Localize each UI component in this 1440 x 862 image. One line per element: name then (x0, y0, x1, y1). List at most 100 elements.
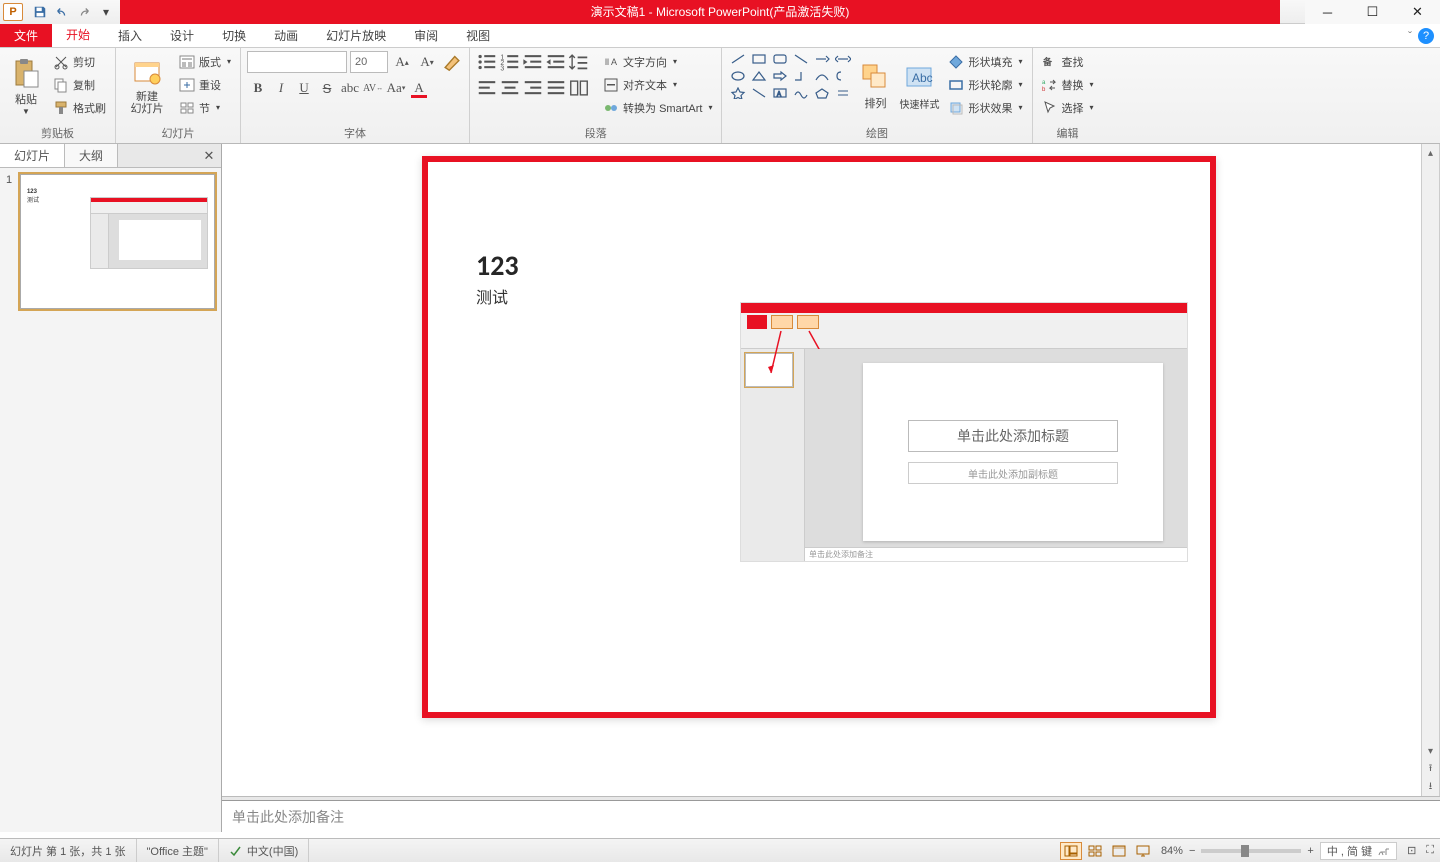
panel-tab-slides[interactable]: 幻灯片 (0, 144, 65, 167)
zoom-level[interactable]: 84% (1155, 845, 1189, 857)
tab-animations[interactable]: 动画 (260, 24, 312, 47)
replace-button[interactable]: ab替换▾ (1039, 74, 1097, 95)
minimize-button[interactable]: ─ (1305, 0, 1350, 24)
redo-icon[interactable] (74, 3, 94, 21)
bullets-icon[interactable] (476, 51, 498, 73)
shape-more[interactable] (833, 85, 853, 101)
status-theme[interactable]: "Office 主题" (137, 839, 219, 862)
tab-slideshow[interactable]: 幻灯片放映 (312, 24, 400, 47)
italic-button[interactable]: I (270, 77, 292, 99)
normal-view-icon[interactable] (1060, 842, 1082, 860)
clear-format-icon[interactable] (441, 51, 463, 73)
char-spacing-button[interactable]: AV↔ (362, 77, 384, 99)
shape-pentagon[interactable] (812, 85, 832, 101)
shape-rect[interactable] (749, 51, 769, 67)
notes-pane[interactable]: 单击此处添加备注 (222, 800, 1440, 832)
tab-view[interactable]: 视图 (452, 24, 504, 47)
scroll-down-icon[interactable]: ▾ (1422, 742, 1439, 760)
shape-textbox[interactable]: A (770, 85, 790, 101)
help-icon[interactable]: ? (1418, 28, 1434, 44)
shape-connector[interactable] (749, 85, 769, 101)
shape-arrow[interactable] (812, 51, 832, 67)
justify-icon[interactable] (545, 77, 567, 99)
ime-indicator[interactable]: 中 , 简 键 (1320, 842, 1397, 860)
align-text-button[interactable]: 对齐文本▾ (600, 74, 715, 95)
slideshow-view-icon[interactable] (1132, 842, 1154, 860)
scroll-up-icon[interactable]: ▴ (1422, 144, 1439, 162)
strike-button[interactable]: S (316, 77, 338, 99)
panel-tab-outline[interactable]: 大纲 (65, 144, 118, 167)
shape-freeform[interactable] (791, 85, 811, 101)
tab-insert[interactable]: 插入 (104, 24, 156, 47)
shape-elbow[interactable] (791, 68, 811, 84)
section-button[interactable]: 节▾ (176, 97, 234, 118)
shape-rightarrow[interactable] (770, 68, 790, 84)
shape-star[interactable] (728, 85, 748, 101)
font-color-button[interactable]: A (408, 77, 430, 99)
align-right-icon[interactable] (522, 77, 544, 99)
maximize-button[interactable]: ☐ (1350, 0, 1395, 24)
shrink-font-icon[interactable]: A▾ (416, 51, 438, 73)
paste-button[interactable]: 粘贴 ▼ (6, 51, 46, 121)
arrange-button[interactable]: 排列 (857, 51, 893, 121)
layout-button[interactable]: 版式▾ (176, 51, 234, 72)
line-spacing-icon[interactable] (568, 51, 590, 73)
shape-curve[interactable] (812, 68, 832, 84)
quick-styles-button[interactable]: Abc 快速样式 (897, 51, 941, 121)
increase-indent-icon[interactable] (545, 51, 567, 73)
tab-review[interactable]: 审阅 (400, 24, 452, 47)
copy-button[interactable]: 复制 (50, 74, 109, 95)
tab-design[interactable]: 设计 (156, 24, 208, 47)
reset-button[interactable]: 重设 (176, 74, 234, 95)
fullscreen-icon[interactable]: ⛶ (1420, 844, 1440, 857)
slide-canvas[interactable]: 123 测试 (222, 144, 1440, 796)
underline-button[interactable]: U (293, 77, 315, 99)
slide-text-line2[interactable]: 测试 (476, 284, 508, 308)
find-button[interactable]: 备查找 (1039, 51, 1097, 72)
shape-line[interactable] (728, 51, 748, 67)
bold-button[interactable]: B (247, 77, 269, 99)
align-left-icon[interactable] (476, 77, 498, 99)
shape-effects-button[interactable]: 形状效果▾ (945, 97, 1025, 118)
qat-dropdown-icon[interactable]: ▾ (96, 3, 116, 21)
slide-text-line1[interactable]: 123 (476, 248, 519, 283)
save-icon[interactable] (30, 3, 50, 21)
tab-transitions[interactable]: 切换 (208, 24, 260, 47)
new-slide-button[interactable]: 新建 幻灯片 (122, 51, 172, 121)
zoom-slider[interactable] (1201, 849, 1301, 853)
undo-icon[interactable] (52, 3, 72, 21)
vertical-scrollbar[interactable]: ▴ ▾ ⭱ ⭳ (1421, 144, 1439, 796)
file-tab[interactable]: 文件 (0, 24, 52, 47)
align-center-icon[interactable] (499, 77, 521, 99)
shape-oval[interactable] (728, 68, 748, 84)
shape-fill-button[interactable]: 形状填充▾ (945, 51, 1025, 72)
zoom-in-icon[interactable]: + (1307, 845, 1313, 857)
fit-window-icon[interactable]: ⊡ (1403, 844, 1420, 857)
next-slide-icon[interactable]: ⭳ (1422, 778, 1439, 796)
shape-brace[interactable] (833, 68, 853, 84)
font-size-combo[interactable]: 20 (350, 51, 388, 73)
shape-doublearrow[interactable] (833, 51, 853, 67)
format-painter-button[interactable]: 格式刷 (50, 97, 109, 118)
zoom-out-icon[interactable]: − (1189, 845, 1195, 857)
font-family-combo[interactable] (247, 51, 347, 73)
shape-triangle[interactable] (749, 68, 769, 84)
status-slide-info[interactable]: 幻灯片 第 1 张，共 1 张 (0, 839, 137, 862)
reading-view-icon[interactable] (1108, 842, 1130, 860)
grow-font-icon[interactable]: A▴ (391, 51, 413, 73)
shapes-gallery[interactable]: A (728, 51, 853, 101)
prev-slide-icon[interactable]: ⭱ (1422, 760, 1439, 778)
text-direction-button[interactable]: llA文字方向▾ (600, 51, 715, 72)
close-button[interactable]: ✕ (1395, 0, 1440, 24)
panel-close-icon[interactable]: ✕ (197, 144, 221, 167)
sorter-view-icon[interactable] (1084, 842, 1106, 860)
shape-outline-button[interactable]: 形状轮廓▾ (945, 74, 1025, 95)
status-language[interactable]: 中文(中国) (219, 839, 309, 862)
shape-line2[interactable] (791, 51, 811, 67)
slide[interactable]: 123 测试 (422, 156, 1216, 718)
cut-button[interactable]: 剪切 (50, 51, 109, 72)
change-case-button[interactable]: Aa▾ (385, 77, 407, 99)
slide-thumbnail[interactable]: 1 123 测试 (6, 174, 215, 309)
collapse-ribbon-icon[interactable]: ˇ (1408, 29, 1412, 43)
numbering-icon[interactable]: 123 (499, 51, 521, 73)
